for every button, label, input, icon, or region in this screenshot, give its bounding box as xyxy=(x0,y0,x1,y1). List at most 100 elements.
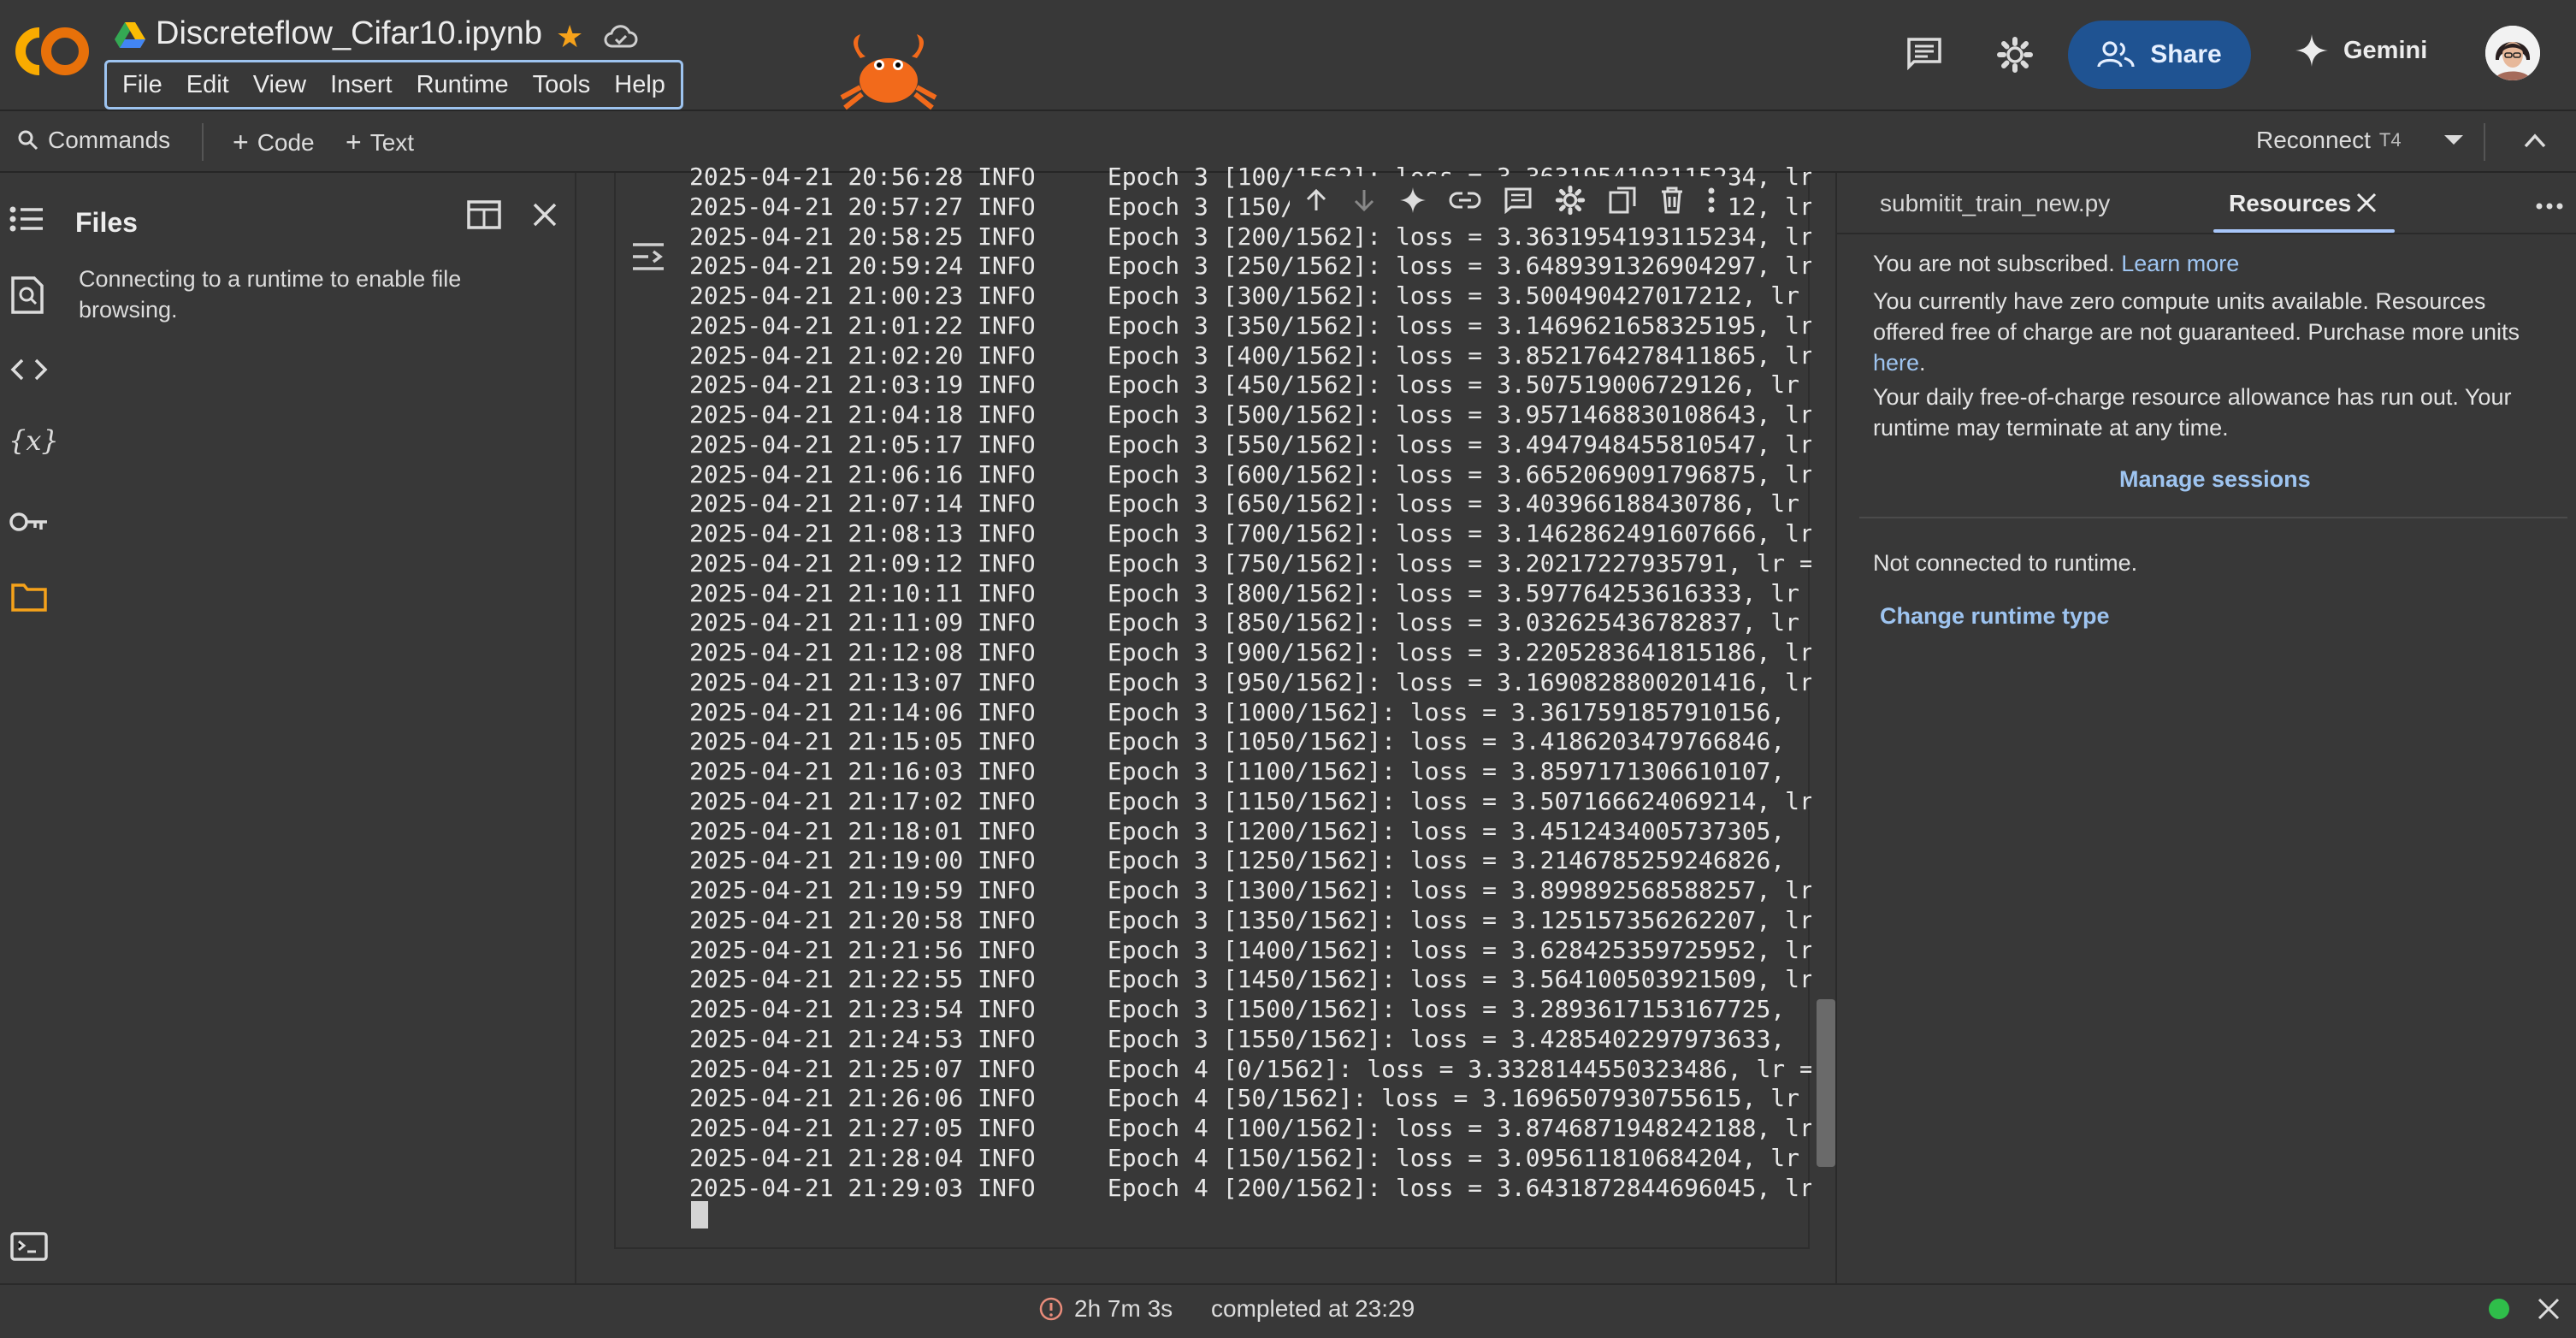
menu-tools[interactable]: Tools xyxy=(521,71,603,99)
comments-icon[interactable] xyxy=(1905,36,1943,70)
collapse-header-icon[interactable] xyxy=(2523,132,2547,149)
log-line: 2025-04-21 21:15:05 INFO Epoch 3 [1050/1… xyxy=(689,727,1786,756)
log-line: 2025-04-21 21:19:00 INFO Epoch 3 [1250/1… xyxy=(689,846,1786,875)
completed-time: completed at 23:29 xyxy=(1211,1295,1415,1322)
subscription-status: You are not subscribed. Learn more xyxy=(1873,248,2239,279)
log-line: 2025-04-21 21:05:17 INFO Epoch 3 [550/15… xyxy=(689,429,1811,459)
menu-help[interactable]: Help xyxy=(602,71,677,99)
menu-insert[interactable]: Insert xyxy=(318,71,405,99)
delete-trash-icon[interactable] xyxy=(1659,186,1685,215)
log-line: 2025-04-21 21:20:58 INFO Epoch 3 [1350/1… xyxy=(689,905,1811,934)
commands-button[interactable]: Commands xyxy=(17,127,170,154)
tab-submitit-train[interactable]: submitit_train_new.py xyxy=(1880,190,2110,217)
user-avatar[interactable] xyxy=(2485,26,2540,80)
change-runtime-type-link[interactable]: Change runtime type xyxy=(1880,601,2110,631)
files-panel-title: Files xyxy=(75,207,138,238)
log-line: 2025-04-21 21:11:09 INFO Epoch 3 [850/15… xyxy=(689,608,1800,637)
log-line: 2025-04-21 21:19:59 INFO Epoch 3 [1300/1… xyxy=(689,876,1811,904)
gemini-sparkle-icon[interactable] xyxy=(1399,186,1427,214)
log-line: 2025-04-21 21:16:03 INFO Epoch 3 [1100/1… xyxy=(689,757,1786,785)
close-files-panel-icon[interactable] xyxy=(532,202,558,228)
table-of-contents-icon[interactable] xyxy=(9,205,46,233)
log-line: 2025-04-21 20:58:25 INFO Epoch 3 [200/15… xyxy=(689,222,1811,251)
log-line: 2025-04-21 21:06:16 INFO Epoch 3 [600/15… xyxy=(689,459,1811,488)
reconnect-label: Reconnect xyxy=(2256,127,2371,153)
daily-allowance-line-2: runtime may terminate at any time. xyxy=(1873,415,2229,441)
star-icon[interactable]: ★ xyxy=(556,19,583,55)
log-line: 2025-04-21 21:01:22 INFO Epoch 3 [350/15… xyxy=(689,311,1811,340)
code-snippets-icon[interactable] xyxy=(10,358,48,382)
crab-mascot-icon xyxy=(835,33,942,111)
files-connecting-message: Connecting to a runtime to enable file b… xyxy=(79,266,462,323)
share-button[interactable]: Share xyxy=(2068,21,2251,89)
log-line: 2025-04-21 21:26:06 INFO Epoch 4 [50/156… xyxy=(689,1084,1800,1113)
execution-time[interactable]: 2h 7m 3s xyxy=(1038,1295,1173,1323)
close-resources-tab-icon[interactable] xyxy=(2355,186,2378,214)
runtime-status-dot xyxy=(2489,1299,2509,1319)
gemini-button[interactable]: Gemini xyxy=(2295,34,2427,67)
compute-units-line-2: offered free of charge are not guarantee… xyxy=(1873,319,2520,345)
tabs-divider xyxy=(1837,233,2576,234)
plus-icon: + xyxy=(346,127,362,157)
output-actions-icon[interactable] xyxy=(629,240,667,274)
reconnect-button[interactable]: Reconnect T4 xyxy=(2256,127,2402,154)
add-code-cell-button[interactable]: + Code xyxy=(233,127,315,158)
log-line: 2025-04-21 21:07:14 INFO Epoch 3 [650/15… xyxy=(689,489,1800,518)
notebook-title[interactable]: Discreteflow_Cifar10.ipynb xyxy=(156,15,542,52)
more-vert-icon[interactable] xyxy=(1707,186,1716,214)
google-drive-icon xyxy=(115,22,145,50)
secrets-key-icon[interactable] xyxy=(9,510,50,534)
add-text-cell-button[interactable]: + Text xyxy=(346,127,414,158)
log-line: 2025-04-21 21:08:13 INFO Epoch 3 [700/15… xyxy=(689,519,1811,548)
log-line: 2025-04-21 21:29:03 INFO Epoch 4 [200/15… xyxy=(689,1173,1811,1202)
move-down-icon[interactable] xyxy=(1351,187,1377,213)
files-folder-icon[interactable] xyxy=(10,582,48,613)
comment-icon[interactable] xyxy=(1504,186,1533,214)
log-line: 2025-04-21 20:59:24 INFO Epoch 3 [250/15… xyxy=(689,252,1811,281)
gemini-sparkle-icon xyxy=(2295,34,2328,67)
runtime-dropdown-icon[interactable] xyxy=(2443,133,2465,147)
toolbar-divider xyxy=(2484,123,2485,161)
log-line: 2025-04-21 21:10:11 INFO Epoch 3 [800/15… xyxy=(689,578,1800,607)
menu-runtime[interactable]: Runtime xyxy=(405,71,521,99)
runtime-badge: T4 xyxy=(2378,129,2402,151)
variables-icon[interactable]: {x} xyxy=(9,424,59,457)
cloud-sync-icon[interactable] xyxy=(604,22,638,50)
daily-allowance-line-1: Your daily free-of-charge resource allow… xyxy=(1873,384,2512,410)
people-icon xyxy=(2097,41,2135,68)
open-in-tab-icon[interactable] xyxy=(467,200,501,229)
plus-icon: + xyxy=(233,127,249,157)
log-line: 2025-04-21 21:04:18 INFO Epoch 3 [500/15… xyxy=(689,400,1811,429)
log-line: 2025-04-21 21:09:12 INFO Epoch 3 [750/15… xyxy=(689,548,1811,577)
log-line: 2025-04-21 21:12:08 INFO Epoch 3 [900/15… xyxy=(689,638,1811,666)
log-line: 2025-04-21 21:03:19 INFO Epoch 3 [450/15… xyxy=(689,370,1800,400)
compute-units-message: You currently have zero compute units av… xyxy=(1873,286,2566,378)
log-line: 2025-04-21 21:22:55 INFO Epoch 3 [1450/1… xyxy=(689,965,1811,994)
find-replace-icon[interactable] xyxy=(10,275,44,315)
more-horiz-icon[interactable] xyxy=(2535,190,2564,210)
log-line: 2025-04-21 21:00:23 INFO Epoch 3 [300/15… xyxy=(689,281,1800,310)
log-line: 2025-04-21 21:24:53 INFO Epoch 3 [1550/1… xyxy=(689,1024,1786,1053)
log-line: 2025-04-21 21:21:56 INFO Epoch 3 [1400/1… xyxy=(689,935,1811,964)
terminal-icon[interactable] xyxy=(10,1232,48,1261)
resources-divider xyxy=(1859,517,2567,518)
menu-view[interactable]: View xyxy=(241,71,318,99)
log-line: 2025-04-21 21:23:54 INFO Epoch 3 [1500/1… xyxy=(689,995,1786,1023)
link-icon[interactable] xyxy=(1449,191,1481,210)
menu-edit[interactable]: Edit xyxy=(174,71,241,99)
tab-resources[interactable]: Resources xyxy=(2229,190,2351,217)
close-status-icon[interactable] xyxy=(2537,1290,2561,1321)
move-up-icon[interactable] xyxy=(1303,187,1329,213)
cell-settings-gear-icon[interactable] xyxy=(1555,185,1586,216)
settings-gear-icon[interactable] xyxy=(1996,36,2034,74)
info-alert-icon xyxy=(1039,1297,1063,1321)
purchase-here-link[interactable]: here xyxy=(1873,350,1919,376)
search-icon xyxy=(18,130,38,151)
output-scrollbar[interactable] xyxy=(1817,999,1835,1167)
menu-file[interactable]: File xyxy=(110,71,174,99)
log-line: 2025-04-21 21:13:07 INFO Epoch 3 [950/15… xyxy=(689,667,1811,696)
colab-logo[interactable] xyxy=(14,21,91,82)
mirror-cell-icon[interactable] xyxy=(1608,186,1637,215)
manage-sessions-link[interactable]: Manage sessions xyxy=(2119,464,2311,494)
learn-more-link[interactable]: Learn more xyxy=(2121,251,2239,276)
